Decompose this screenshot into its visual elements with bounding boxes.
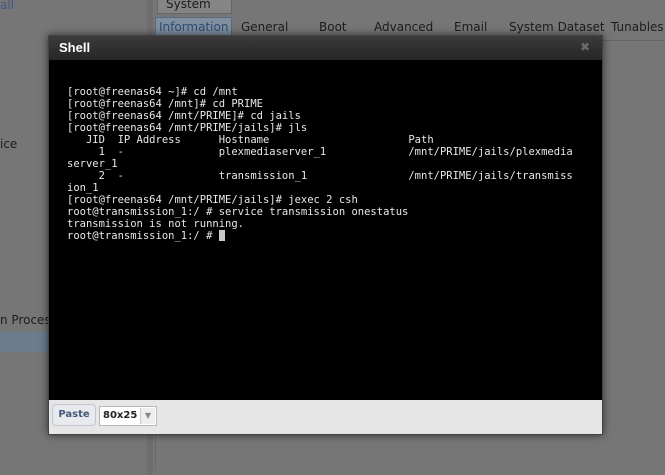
tab-boot[interactable]: Boot <box>319 20 347 34</box>
terminal-cursor <box>218 230 225 241</box>
terminal-line: [root@freenas64 /mnt/PRIME/jails]# jls <box>67 122 308 134</box>
tab-email[interactable]: Email <box>454 20 487 34</box>
shell-dialog: Shell ✖ [root@freenas64 ~]# cd /mnt [roo… <box>48 35 603 435</box>
tab-advanced[interactable]: Advanced <box>374 20 433 34</box>
close-icon[interactable]: ✖ <box>578 40 592 54</box>
terminal-line: [root@freenas64 ~]# cd /mnt <box>67 86 238 98</box>
dialog-footer: Paste 80x25 ▼ <box>49 400 602 434</box>
dialog-titlebar[interactable]: Shell ✖ <box>49 36 602 60</box>
terminal-line: root@transmission_1:/ # service transmis… <box>67 206 409 218</box>
tab-tunables[interactable]: Tunables <box>611 20 664 34</box>
terminal-size-select[interactable]: 80x25 ▼ <box>99 406 157 426</box>
tab-system-dataset[interactable]: System Dataset <box>509 20 605 34</box>
left-selected-band <box>0 332 48 352</box>
paste-button[interactable]: Paste <box>52 404 96 426</box>
dialog-title: Shell <box>59 40 91 55</box>
terminal-line: transmission is not running. <box>67 218 245 230</box>
left-item-service[interactable]: ice <box>0 137 17 151</box>
chevron-down-icon[interactable]: ▼ <box>140 408 155 424</box>
tab-general[interactable]: General <box>241 20 288 34</box>
terminal-line: server_1 <box>67 158 118 170</box>
terminal-line: 2 - transmission_1 /mnt/PRIME/jails/tran… <box>67 170 573 182</box>
terminal-screen[interactable]: [root@freenas64 ~]# cd /mnt [root@freena… <box>49 60 602 400</box>
left-link[interactable]: all <box>0 0 14 12</box>
terminal-line: ion_1 <box>67 182 99 194</box>
system-tab[interactable]: System <box>157 0 232 14</box>
tab-information[interactable]: Information <box>155 17 233 37</box>
terminal-line: 1 - plexmediaserver_1 /mnt/PRIME/jails/p… <box>67 146 573 158</box>
terminal-line: [root@freenas64 /mnt/PRIME/jails]# jexec… <box>67 194 358 206</box>
terminal-line: JID IP Address Hostname Path <box>67 134 434 146</box>
terminal-size-value: 80x25 <box>103 410 138 421</box>
terminal-output: [root@freenas64 ~]# cd /mnt [root@freena… <box>67 86 602 242</box>
terminal-line: root@transmission_1:/ # <box>67 230 219 242</box>
terminal-line: [root@freenas64 /mnt]# cd PRIME <box>67 98 263 110</box>
terminal-line: [root@freenas64 /mnt/PRIME]# cd jails <box>67 110 301 122</box>
